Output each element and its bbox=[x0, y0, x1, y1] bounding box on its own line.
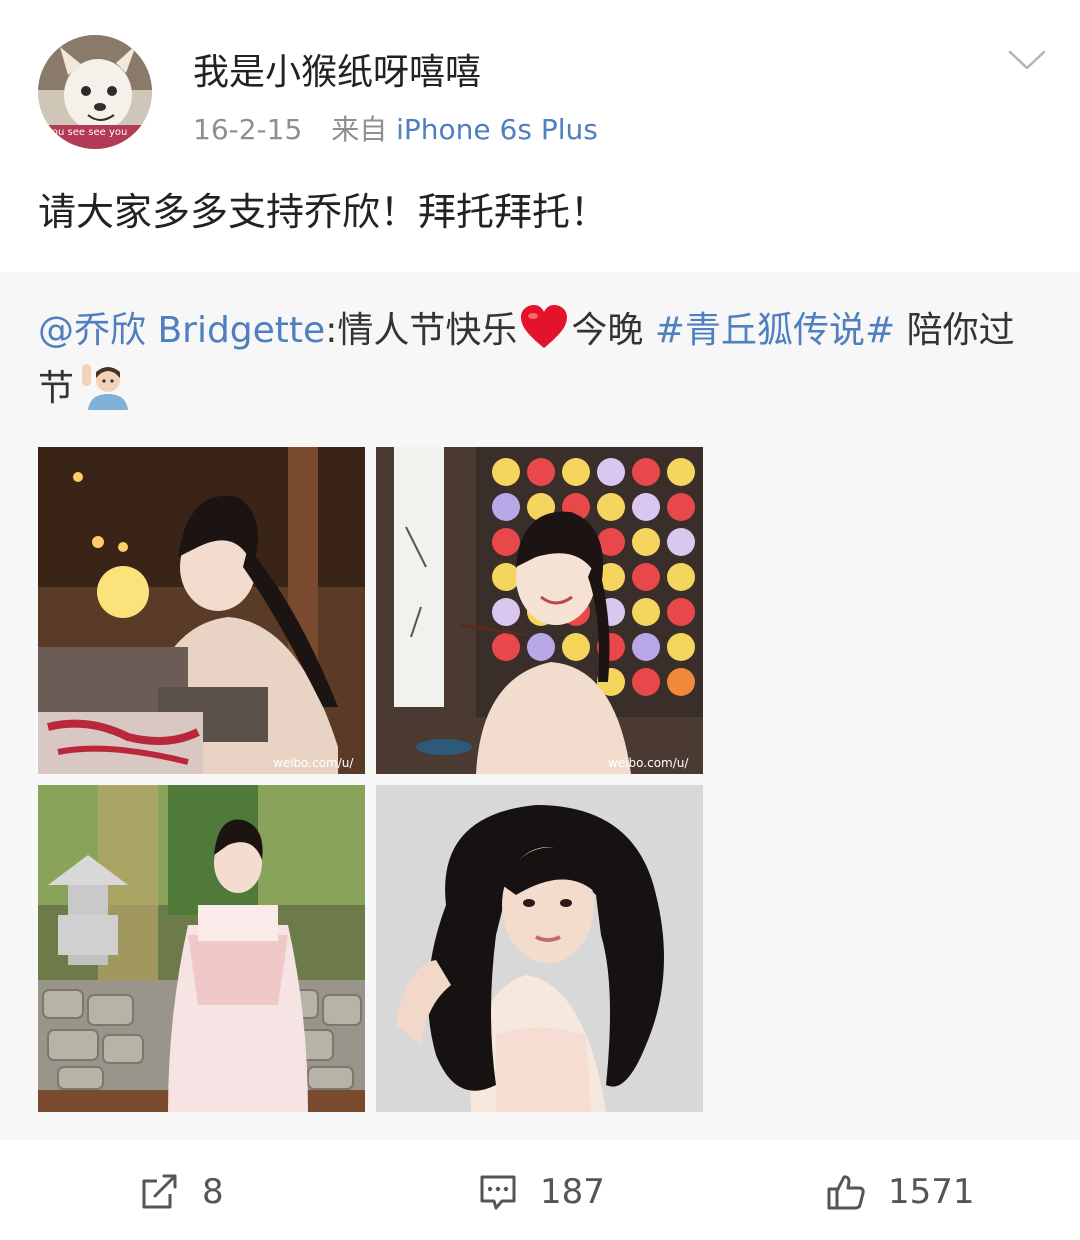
post-meta: 16-2-15 来自 iPhone 6s Plus bbox=[193, 110, 598, 150]
source-prefix: 来自 bbox=[331, 113, 388, 146]
comment-button[interactable]: 187 bbox=[478, 1170, 605, 1214]
share-count: 8 bbox=[202, 1172, 224, 1212]
weibo-post: you see see you 我是小猴纸呀嘻嘻 16-2-15 来自 iPho… bbox=[0, 0, 1080, 1240]
photo-2-watermark: weibo.com/u/ bbox=[608, 756, 689, 770]
comment-icon bbox=[480, 1175, 516, 1210]
hashtag-link[interactable]: #青丘狐传说# bbox=[655, 310, 895, 351]
person-raising-hand-emoji bbox=[78, 360, 130, 412]
post-text: 请大家多多支持乔欣！拜托拜托！ bbox=[38, 190, 609, 234]
photo-1-watermark: weibo.com/u/ bbox=[273, 756, 354, 770]
like-button[interactable]: 1571 bbox=[826, 1170, 975, 1214]
source-device[interactable]: iPhone 6s Plus bbox=[396, 113, 598, 146]
repost-text: @乔欣 Bridgette:情人节快乐 今晚 #青丘狐传说# 陪你过节 bbox=[38, 302, 1038, 418]
repost-text-part1: :情人节快乐 bbox=[325, 310, 518, 351]
photo-3[interactable] bbox=[38, 785, 365, 1112]
share-button[interactable]: 8 bbox=[140, 1170, 224, 1214]
photo-4[interactable] bbox=[376, 785, 703, 1112]
photo-1[interactable]: weibo.com/u/ bbox=[38, 447, 365, 774]
avatar-overlay-text: you see see you bbox=[46, 127, 127, 138]
photo-2[interactable]: weibo.com/u/ bbox=[376, 447, 703, 774]
mention-link[interactable]: @乔欣 Bridgette bbox=[38, 310, 325, 351]
avatar[interactable]: you see see you bbox=[38, 35, 152, 149]
action-bar: 8 187 1571 bbox=[0, 1140, 1080, 1240]
post-date: 16-2-15 bbox=[193, 113, 303, 146]
heart-emoji bbox=[519, 304, 569, 350]
repost-text-part2: 今晚 bbox=[571, 310, 644, 351]
username[interactable]: 我是小猴纸呀嘻嘻 bbox=[193, 50, 481, 96]
repost-card[interactable]: @乔欣 Bridgette:情人节快乐 今晚 #青丘狐传说# 陪你过节 weib… bbox=[0, 272, 1080, 1140]
comment-count: 187 bbox=[540, 1172, 605, 1212]
avatar-dog-image: you see see you bbox=[38, 35, 152, 149]
share-icon bbox=[142, 1174, 177, 1209]
like-count: 1571 bbox=[888, 1172, 975, 1212]
chevron-down-icon[interactable] bbox=[1004, 42, 1050, 78]
like-icon bbox=[827, 1175, 865, 1210]
